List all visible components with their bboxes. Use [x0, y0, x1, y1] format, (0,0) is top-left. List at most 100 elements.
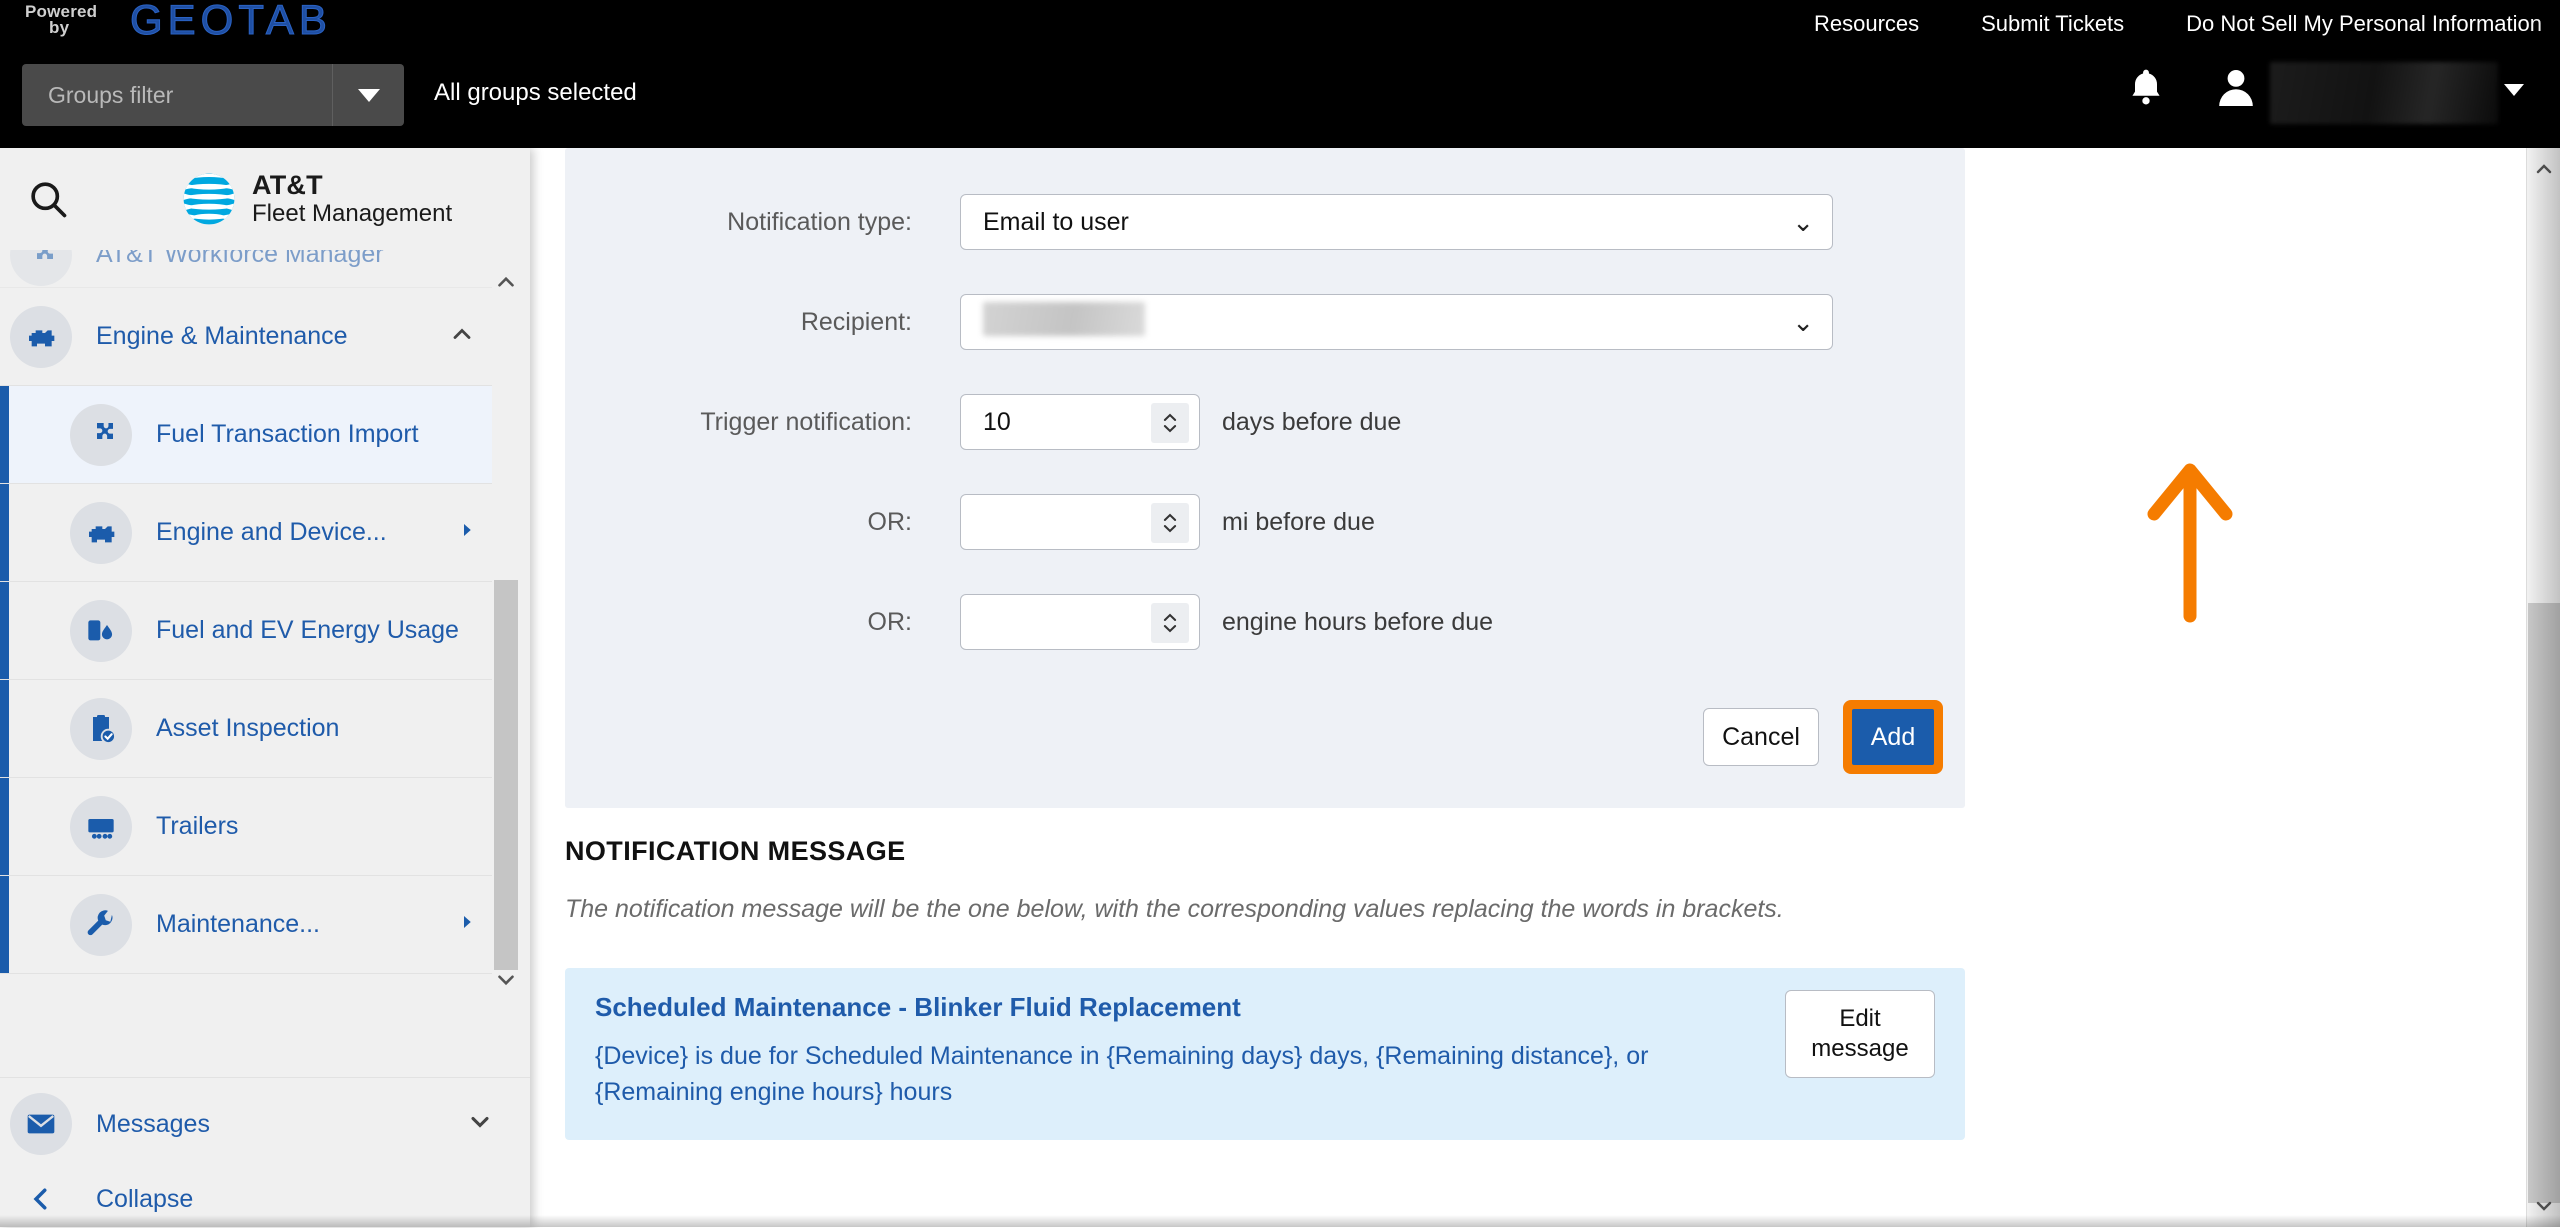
left-sidebar: AT&T Fleet Management AT&T Workforce Man… [0, 148, 530, 1227]
notification-type-select[interactable]: Email to user ⌄ [960, 194, 1833, 250]
sidebar-item-workforce-manager[interactable]: AT&T Workforce Manager [0, 250, 512, 288]
chevron-down-icon[interactable] [466, 1108, 494, 1141]
sidebar-item-label: Trailers [156, 812, 239, 840]
sidebar-item-label: Maintenance... [156, 910, 320, 938]
trigger-engine-hours-input[interactable] [960, 594, 1200, 650]
sidebar-item-label: Fuel and EV Energy Usage [156, 616, 459, 644]
user-menu-caret-down-icon[interactable] [2504, 84, 2524, 96]
chevron-right-icon[interactable] [458, 521, 476, 544]
sidebar-item-fuel-ev-energy-usage[interactable]: Fuel and EV Energy Usage [0, 582, 512, 680]
page-scrollbar[interactable] [2526, 148, 2560, 1227]
search-icon[interactable] [26, 177, 70, 221]
active-indicator-rail [0, 484, 9, 581]
orange-up-arrow-annotation [2140, 448, 2240, 633]
sidebar-item-fuel-transaction-import[interactable]: Fuel Transaction Import [0, 386, 512, 484]
sidebar-collapse-label: Collapse [96, 1184, 194, 1213]
sidebar-bottom: Messages Collapse [0, 1077, 530, 1227]
powered-by-line2: by [49, 18, 70, 38]
edit-message-line1: Edit [1839, 1005, 1881, 1032]
brand-line-2: Fleet Management [252, 199, 453, 227]
number-stepper[interactable] [1151, 403, 1189, 443]
recipient-label: Recipient: [800, 307, 912, 336]
engine-icon [70, 501, 132, 564]
recipient-select[interactable]: ⌄ [960, 294, 1833, 350]
nav-link-resources[interactable]: Resources [1814, 11, 1919, 37]
notification-message-body: {Device} is due for Scheduled Maintenanc… [595, 1042, 1649, 1106]
groups-filter-input[interactable]: Groups filter [22, 64, 332, 126]
add-button-highlight: Add [1843, 700, 1943, 774]
powered-by-label: Powered by [25, 3, 97, 38]
nav-link-do-not-sell[interactable]: Do Not Sell My Personal Information [2186, 11, 2542, 37]
chevron-left-icon [10, 1184, 72, 1214]
add-button[interactable]: Add [1852, 709, 1934, 765]
or-engine-hours-label: OR: [867, 607, 912, 636]
groups-selected-status: All groups selected [434, 79, 637, 106]
trigger-distance-input[interactable] [960, 494, 1200, 550]
active-indicator-rail [0, 876, 9, 973]
number-stepper[interactable] [1151, 603, 1189, 643]
envelope-icon [10, 1093, 72, 1155]
att-brand: AT&T Fleet Management [180, 170, 452, 228]
sidebar-item-label: Asset Inspection [156, 714, 340, 742]
chevron-right-icon[interactable] [458, 913, 476, 936]
recipient-value-redacted [983, 301, 1792, 343]
notification-message-card: Scheduled Maintenance - Blinker Fluid Re… [565, 968, 1965, 1140]
sidebar-scroll-area: AT&T Workforce Manager Engine & Maintena… [0, 250, 530, 1078]
puzzle-piece-icon [10, 250, 72, 286]
brand-line-1: AT&T [252, 170, 323, 201]
form-button-row: Cancel Add [565, 700, 1965, 774]
edit-message-button[interactable]: Edit message [1785, 990, 1935, 1078]
notification-message-description: The notification message will be the one… [565, 895, 1784, 923]
notification-message-section-title: NOTIFICATION MESSAGE [565, 836, 906, 866]
chevron-down-icon[interactable] [492, 960, 520, 1000]
number-stepper[interactable] [1151, 503, 1189, 543]
scroll-down-chevron-down-icon[interactable] [2527, 1189, 2560, 1223]
main-content-area: Notification type: Email to user ⌄ Recip… [530, 148, 2560, 1227]
notification-type-label: Notification type: [727, 207, 912, 236]
sidebar-scrollbar[interactable] [492, 250, 520, 1078]
geotab-logo: GEOTAB [130, 0, 332, 44]
or-distance-label: OR: [867, 507, 912, 536]
cancel-button[interactable]: Cancel [1703, 708, 1819, 766]
notification-type-value: Email to user [983, 207, 1129, 236]
page-scrollbar-thumb[interactable] [2528, 603, 2560, 1203]
chevron-down-icon: ⌄ [1792, 207, 1814, 237]
sidebar-item-maintenance[interactable]: Maintenance... [0, 876, 512, 974]
user-avatar-icon[interactable] [2212, 62, 2260, 114]
chevron-down-icon: ⌄ [1792, 307, 1814, 337]
clipboard-check-icon [70, 697, 132, 760]
nav-link-submit-tickets[interactable]: Submit Tickets [1981, 11, 2124, 37]
form-row-or-distance: OR: mi before due [565, 472, 1965, 572]
att-brand-text: AT&T Fleet Management [252, 170, 452, 227]
active-indicator-rail [0, 582, 9, 679]
scroll-up-chevron-up-icon[interactable] [2527, 152, 2560, 186]
chevron-up-icon[interactable] [492, 262, 520, 302]
engine-icon [10, 305, 72, 368]
sidebar-item-engine-maintenance[interactable]: Engine & Maintenance [0, 288, 512, 386]
trigger-engine-hours-unit: engine hours before due [1222, 607, 1494, 636]
sidebar-item-messages[interactable]: Messages [0, 1078, 530, 1170]
sidebar-scrollbar-thumb[interactable] [494, 580, 518, 970]
sidebar-item-engine-and-device[interactable]: Engine and Device... [0, 484, 512, 582]
sidebar-item-label: Messages [96, 1109, 210, 1138]
top-navigation: Resources Submit Tickets Do Not Sell My … [1814, 0, 2542, 48]
att-globe-icon [180, 170, 238, 228]
form-row-trigger-notification: Trigger notification: 10 days before due [565, 372, 1965, 472]
sidebar-nav-list: AT&T Workforce Manager Engine & Maintena… [0, 250, 512, 974]
groups-filter-dropdown-button[interactable] [332, 64, 404, 126]
active-indicator-rail [0, 778, 9, 875]
sidebar-item-label: Engine & Maintenance [96, 322, 348, 350]
chevron-up-icon[interactable] [448, 320, 476, 353]
sidebar-item-trailers[interactable]: Trailers [0, 778, 512, 876]
trigger-notification-label: Trigger notification: [700, 407, 912, 436]
trigger-days-input[interactable]: 10 [960, 394, 1200, 450]
sidebar-item-asset-inspection[interactable]: Asset Inspection [0, 680, 512, 778]
notification-bell-icon[interactable] [2124, 62, 2168, 114]
notification-message-title: Scheduled Maintenance - Blinker Fluid Re… [595, 992, 1241, 1022]
sidebar-item-label: Fuel Transaction Import [156, 420, 419, 448]
trailer-icon [70, 795, 132, 858]
groups-filter[interactable]: Groups filter [22, 64, 404, 126]
sidebar-item-label: Engine and Device... [156, 518, 387, 546]
sidebar-collapse-button[interactable]: Collapse [0, 1170, 530, 1228]
user-name-redacted[interactable] [2270, 62, 2498, 124]
